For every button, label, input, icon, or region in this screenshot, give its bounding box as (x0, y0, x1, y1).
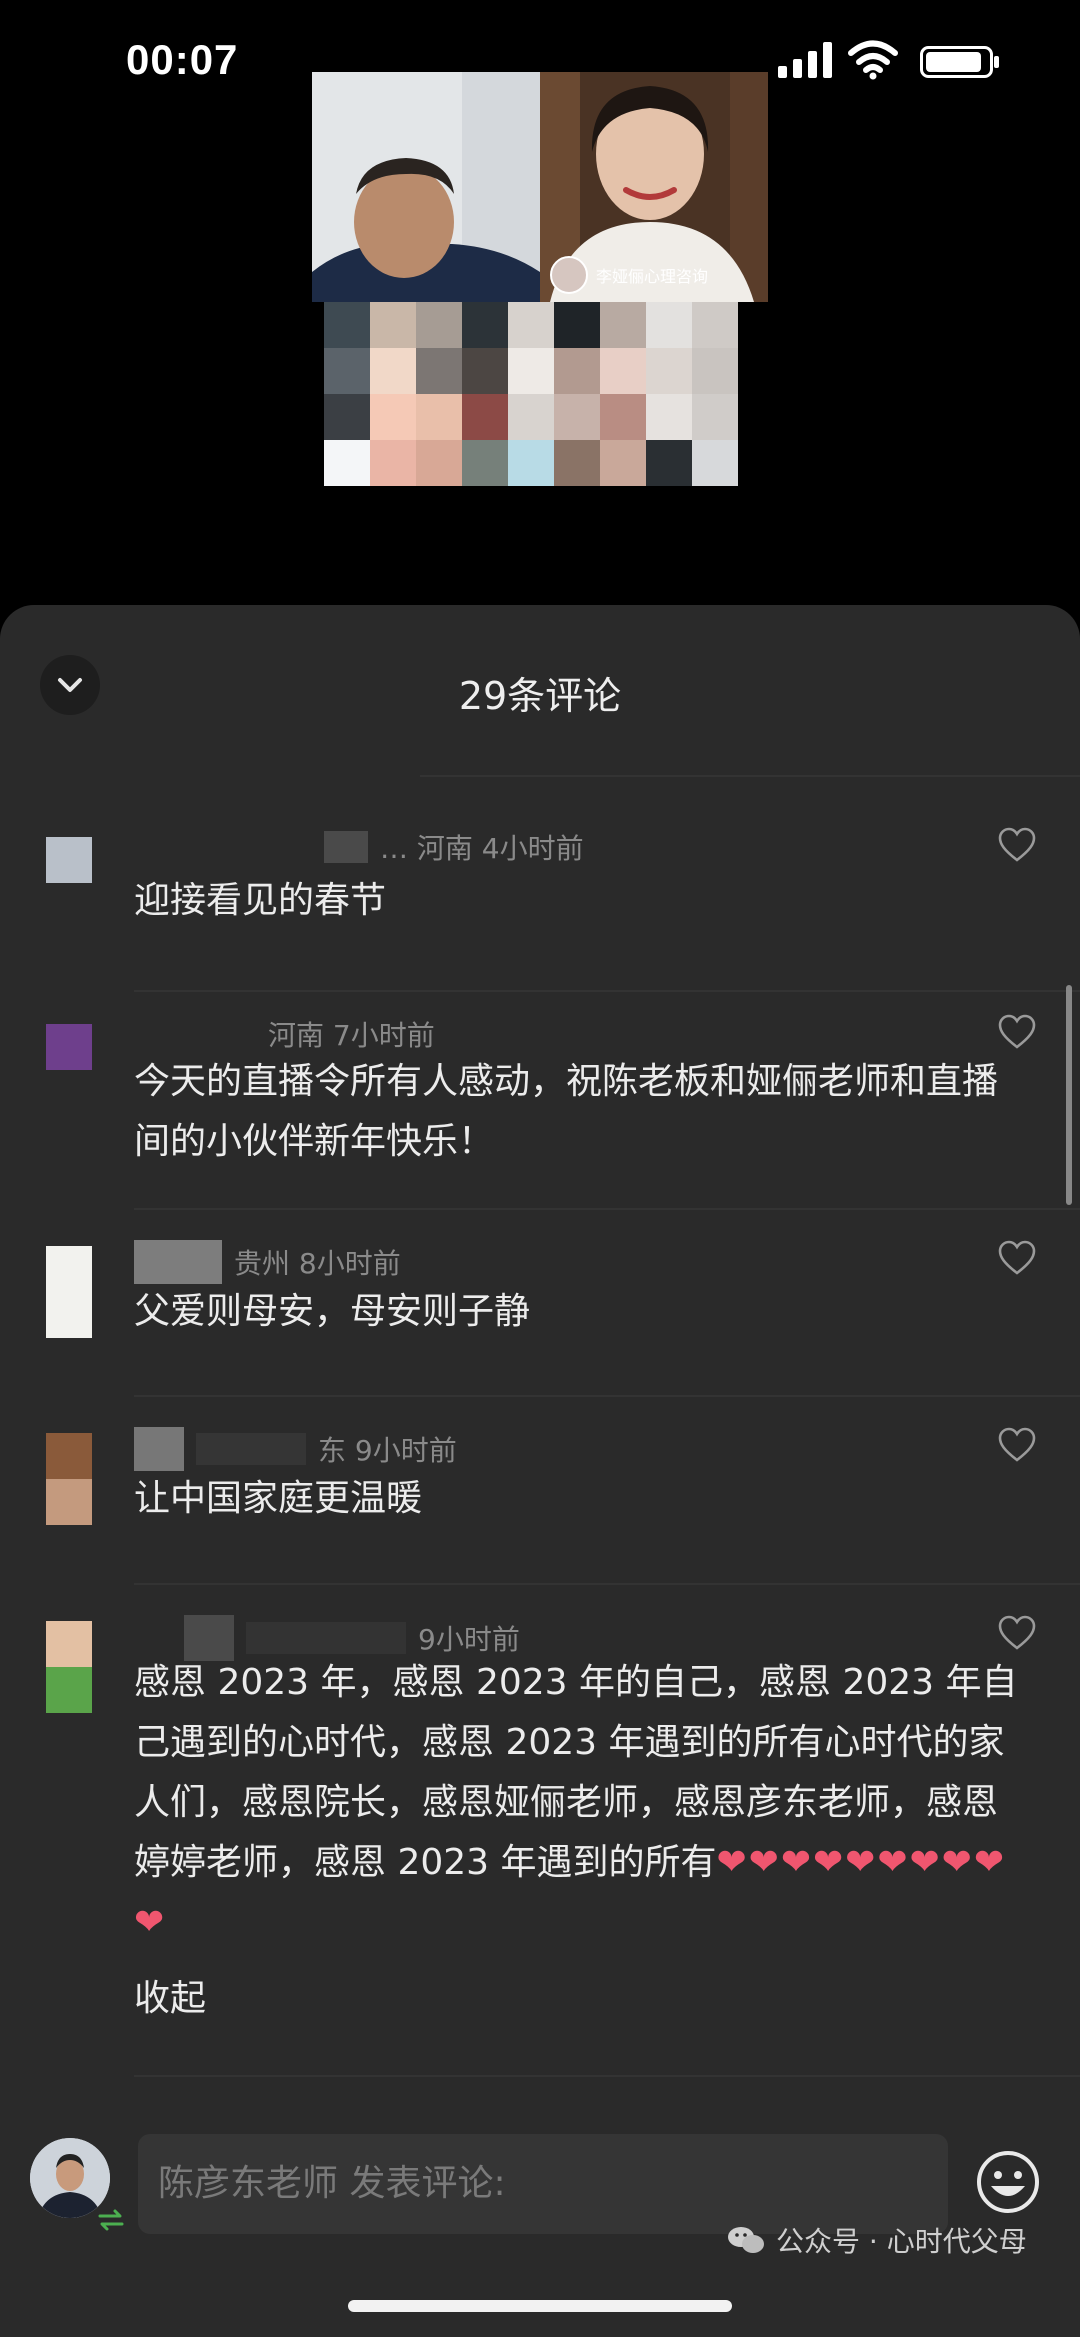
blurred-username (324, 831, 368, 863)
like-heart-icon[interactable] (998, 1427, 1036, 1463)
comments-sheet: 29条评论 … 河南 4小时前 迎接看见的春节 河南 7小时前 今天的直播令所有… (0, 605, 1080, 2337)
comment-meta: 东 9小时前 (134, 1427, 457, 1471)
battery-icon (920, 46, 999, 78)
commenter-avatar[interactable] (46, 837, 92, 883)
blurred-username (134, 1427, 184, 1471)
commenter-avatar[interactable] (46, 1433, 92, 1525)
comment-text: 父爱则母安，母安则子静 (134, 1291, 531, 1332)
commenter-avatar[interactable] (46, 1024, 92, 1070)
comment-meta: 贵州 8小时前 (134, 1240, 401, 1284)
video-tile-guest[interactable] (312, 72, 540, 302)
host-mini-avatar (550, 256, 588, 294)
host-name-tag: 李娅俪心理咨询 (550, 256, 708, 294)
divider (134, 2075, 1080, 2077)
my-avatar[interactable] (30, 2138, 110, 2218)
comment-meta-text: 贵州 8小时前 (234, 1247, 401, 1280)
host-name-label: 李娅俪心理咨询 (596, 267, 709, 286)
emoji-icon[interactable] (976, 2150, 1040, 2214)
comment-text: 今天的直播令所有人感动，祝陈老板和娅俪老师和直播间的小伙伴新年快乐！ (134, 1061, 999, 1162)
collapse-comment-link[interactable]: 收起 (134, 1969, 206, 2021)
comments-count-title: 29条评论 (458, 674, 622, 718)
commenter-avatar[interactable] (46, 1621, 92, 1713)
wifi-icon (848, 40, 898, 80)
comment-meta-text: … 河南 4小时前 (380, 832, 584, 865)
comment-meta: … 河南 4小时前 (324, 827, 584, 867)
pixelated-video-image (312, 302, 768, 532)
divider (420, 775, 1080, 777)
like-heart-icon[interactable] (998, 1615, 1036, 1651)
watermark-text: 公众号 · 心时代父母 (776, 2225, 1027, 2258)
comment-text: 迎接看见的春节 (134, 880, 387, 921)
status-time: 00:07 (126, 36, 239, 83)
divider (134, 990, 1080, 992)
video-tile-pixelated[interactable] (312, 302, 768, 532)
comment-text: 让中国家庭更温暖 (134, 1478, 423, 1519)
video-tile-host[interactable]: 李娅俪心理咨询 (540, 72, 768, 302)
like-heart-icon[interactable] (998, 1014, 1036, 1050)
scrollbar-thumb[interactable] (1066, 985, 1072, 1205)
comment-text: 感恩 2023 年，感恩 2023 年的自己，感恩 2023 年自己遇到的心时代… (134, 1653, 1024, 1953)
divider (134, 1583, 1080, 1585)
like-heart-icon[interactable] (998, 827, 1036, 863)
my-avatar-image (30, 2138, 110, 2218)
blurred-username (134, 1240, 222, 1284)
like-heart-icon[interactable] (998, 1240, 1036, 1276)
comment-meta-text: 东 9小时前 (318, 1434, 457, 1467)
comment-meta-text: 河南 7小时前 (268, 1019, 435, 1052)
live-video-grid[interactable]: 李娅俪心理咨询 (312, 72, 768, 532)
blurred-username (196, 1433, 306, 1465)
comment-input[interactable]: 陈彦东老师 发表评论: (138, 2134, 948, 2234)
cellular-signal-icon (778, 42, 832, 78)
commenter-avatar[interactable] (46, 1246, 92, 1338)
guest-video-image (312, 72, 540, 302)
home-indicator[interactable] (348, 2300, 732, 2312)
comment-meta-text: 9小时前 (418, 1623, 520, 1656)
watermark: 公众号 · 心时代父母 (726, 2220, 1027, 2260)
wechat-icon (728, 2227, 764, 2253)
switch-identity-icon[interactable] (96, 2208, 126, 2232)
divider (134, 1395, 1080, 1397)
divider (134, 1208, 1080, 1210)
comment-meta: 河南 7小时前 (268, 1014, 435, 1054)
blurred-username (246, 1622, 406, 1654)
